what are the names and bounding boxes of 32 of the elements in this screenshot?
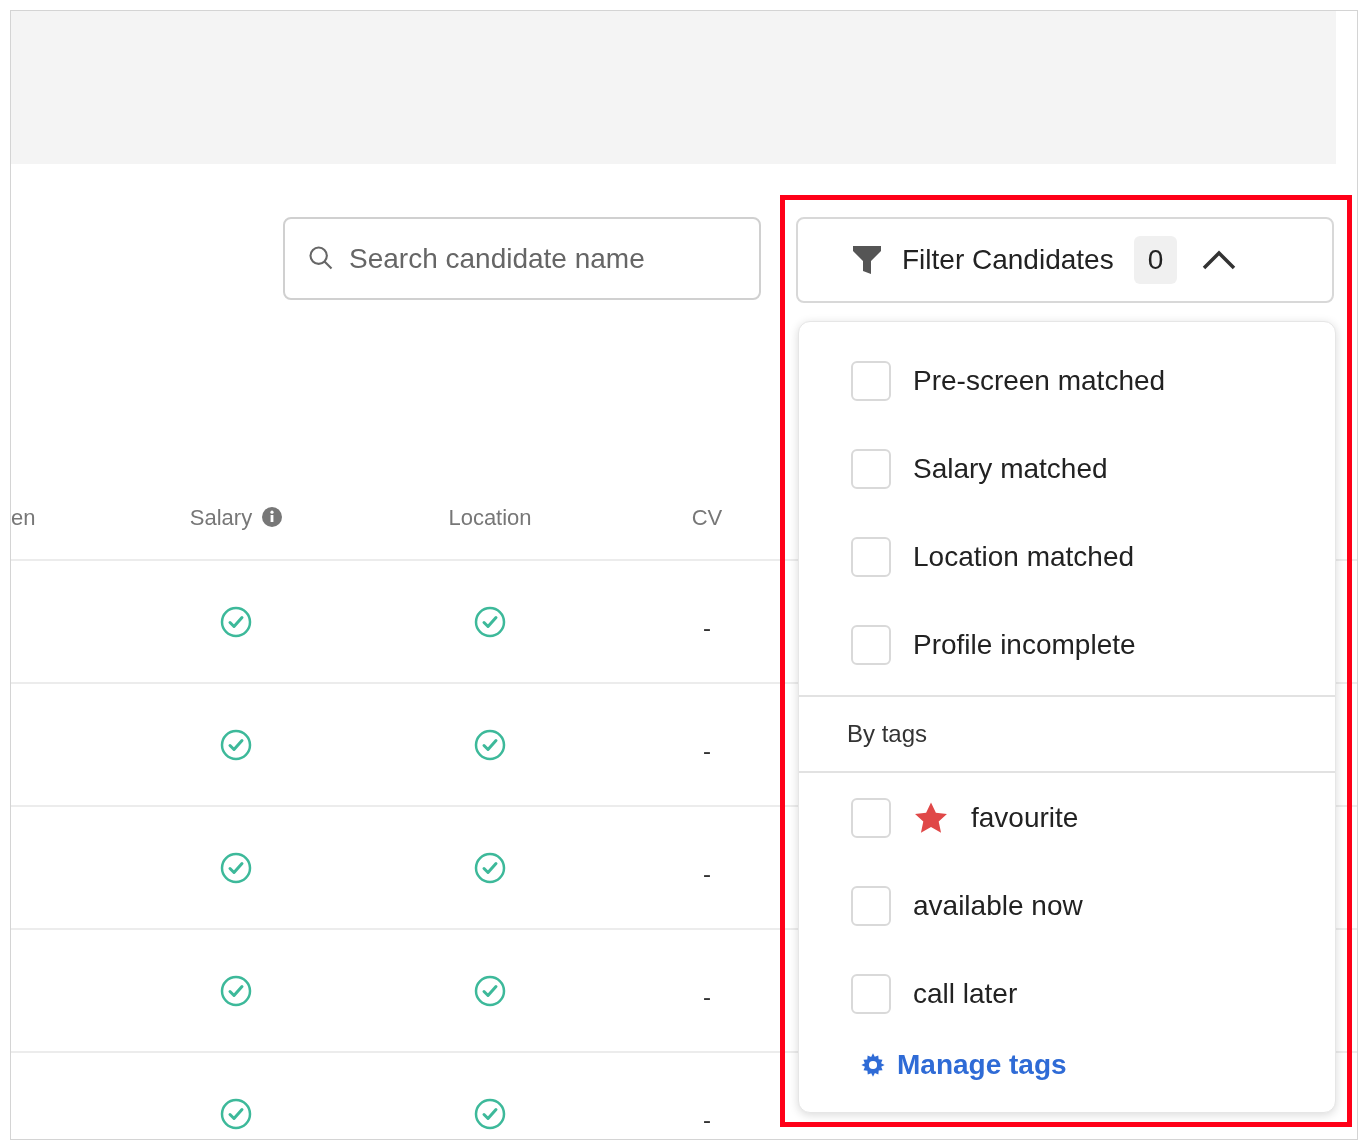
section-heading: By tags [847, 719, 928, 749]
option-label[interactable]: Pre-screen matched [913, 360, 1166, 402]
option-label[interactable]: Location matched [913, 536, 1135, 578]
filter-button[interactable]: Filter Candidates 0 [796, 217, 1334, 303]
search-field[interactable]: Search candidate name [283, 217, 761, 300]
checkbox[interactable] [851, 537, 891, 577]
count-badge: 0 [1133, 236, 1178, 284]
table-cell-text: - [703, 858, 711, 889]
checkbox[interactable] [851, 625, 891, 665]
checkbox[interactable] [851, 449, 891, 489]
table-cell-text: - [703, 1104, 711, 1135]
column-header: en [11, 503, 36, 532]
checkbox[interactable] [851, 886, 891, 926]
tag-label[interactable]: call later [913, 973, 1018, 1015]
search-icon [307, 244, 335, 272]
funnel-icon [852, 244, 882, 276]
table-cell-text: - [703, 612, 711, 643]
tag-label[interactable]: favourite [971, 797, 1079, 839]
table-cell-text: - [703, 981, 711, 1012]
manage-tags-link[interactable]: Manage tags [859, 1044, 1067, 1086]
option-label[interactable]: Profile incomplete [913, 624, 1136, 666]
checkbox[interactable] [851, 798, 891, 838]
option-label[interactable]: Salary matched [913, 448, 1108, 490]
checkbox[interactable] [851, 974, 891, 1014]
checkbox[interactable] [851, 361, 891, 401]
gear-icon [859, 1051, 887, 1079]
column-header: CV [691, 503, 723, 532]
column-header: Salary [189, 503, 253, 532]
column-header: Location [448, 503, 532, 532]
table-cell-text: - [703, 735, 711, 766]
tag-label[interactable]: available now [913, 885, 1083, 927]
chevron-up-icon [1201, 249, 1238, 271]
